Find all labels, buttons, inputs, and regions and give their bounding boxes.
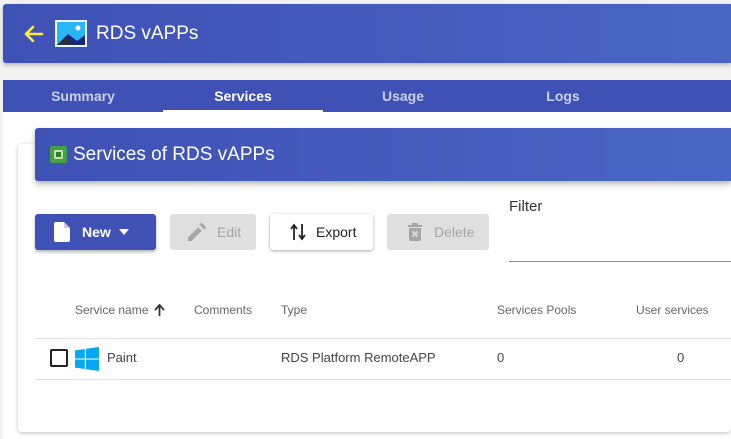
file-icon <box>54 222 70 242</box>
export-button[interactable]: Export <box>270 214 373 250</box>
column-label-service-name: Service name <box>75 303 149 317</box>
filter-input[interactable] <box>509 220 731 262</box>
tab-usage[interactable]: Usage <box>323 80 483 112</box>
edit-button[interactable]: Edit <box>170 214 256 250</box>
column-header-type[interactable]: Type <box>281 303 307 317</box>
app-root: RDS vAPPs Summary Services Usage Logs Se… <box>0 0 731 439</box>
column-header-user-services[interactable]: User services <box>636 303 709 317</box>
caret-down-icon <box>118 229 129 235</box>
row-divider <box>35 379 731 380</box>
arrow-left-icon <box>24 25 44 42</box>
edit-button-label: Edit <box>217 224 242 240</box>
cell-service-name[interactable]: Paint <box>107 350 137 365</box>
swap-vertical-icon <box>290 223 306 241</box>
column-header-service-name[interactable]: Service name <box>75 303 166 317</box>
tab-bar: Summary Services Usage Logs <box>3 80 731 112</box>
services-card <box>18 144 731 432</box>
pencil-icon <box>188 223 206 241</box>
app-header: RDS vAPPs <box>3 4 731 63</box>
new-button[interactable]: New <box>35 214 156 250</box>
back-button[interactable] <box>23 23 45 45</box>
windows-logo-icon <box>75 347 99 371</box>
cell-user-services: 0 <box>677 350 685 365</box>
sort-arrow-up-icon <box>154 304 166 316</box>
column-header-services-pools[interactable]: Services Pools <box>497 303 576 317</box>
trash-icon <box>408 223 422 241</box>
cell-type: RDS Platform RemoteAPP <box>281 350 436 365</box>
new-button-label: New <box>82 224 111 240</box>
delete-button[interactable]: Delete <box>387 214 489 250</box>
cell-services-pools: 0 <box>497 350 505 365</box>
tab-services[interactable]: Services <box>163 80 323 112</box>
export-button-label: Export <box>316 224 357 240</box>
delete-button-label: Delete <box>434 224 475 240</box>
chip-icon <box>50 146 67 163</box>
header-title: RDS vAPPs <box>96 22 199 44</box>
card-title: Services of RDS vAPPs <box>73 143 275 165</box>
filter-label: Filter <box>509 198 543 215</box>
card-header: Services of RDS vAPPs <box>35 128 731 181</box>
row-checkbox[interactable] <box>50 349 68 367</box>
tab-logs[interactable]: Logs <box>483 80 643 112</box>
picture-icon <box>55 20 87 47</box>
header-divider <box>35 338 731 339</box>
tab-summary[interactable]: Summary <box>3 80 163 112</box>
column-header-comments[interactable]: Comments <box>194 303 252 317</box>
